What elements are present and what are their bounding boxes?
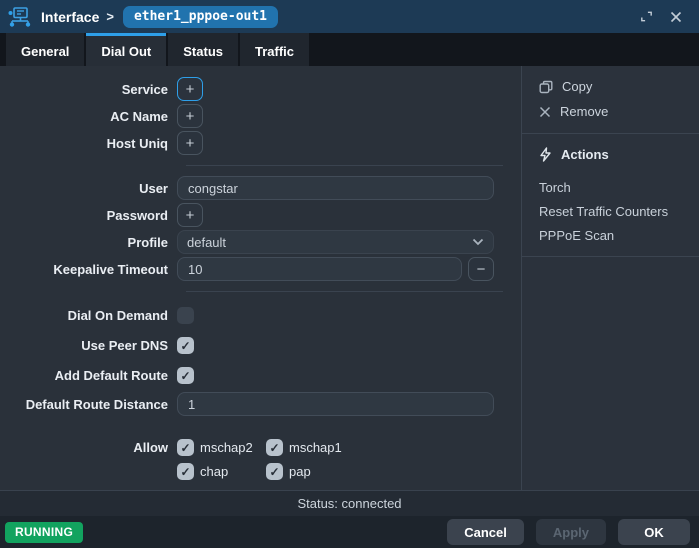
profile-selected-value: default	[187, 235, 226, 250]
profile-label: Profile	[0, 235, 177, 250]
user-row: User	[0, 176, 521, 200]
restore-icon[interactable]	[635, 6, 657, 28]
ac-name-label: AC Name	[0, 109, 177, 124]
add-default-route-label: Add Default Route	[0, 368, 177, 383]
cancel-button[interactable]: Cancel	[447, 519, 524, 545]
chap-checkbox[interactable]	[177, 463, 194, 480]
keepalive-input[interactable]	[177, 257, 462, 281]
breadcrumb-separator: >	[106, 9, 114, 24]
ac-name-add-button[interactable]: +	[177, 104, 203, 128]
status-bar: Status: connected	[0, 490, 699, 516]
allow-option-pap: pap	[266, 463, 342, 480]
action-reset-traffic-counters[interactable]: Reset Traffic Counters	[522, 199, 699, 223]
default-route-distance-input[interactable]	[177, 392, 494, 416]
keepalive-remove-button[interactable]: −	[468, 257, 494, 281]
interface-network-icon	[8, 6, 32, 28]
ac-name-row: AC Name +	[0, 104, 521, 128]
apply-button[interactable]: Apply	[536, 519, 606, 545]
ok-button[interactable]: OK	[618, 519, 690, 545]
allow-option-chap: chap	[177, 463, 266, 480]
service-label: Service	[0, 82, 177, 97]
profile-row: Profile default	[0, 230, 521, 254]
allow-options: mschap2 mschap1 chap pap	[177, 439, 342, 480]
tab-status[interactable]: Status	[168, 33, 238, 66]
tab-traffic[interactable]: Traffic	[240, 33, 309, 66]
actions-header-label: Actions	[561, 147, 609, 162]
pap-checkbox[interactable]	[266, 463, 283, 480]
use-peer-dns-label: Use Peer DNS	[0, 338, 177, 353]
add-default-route-row: Add Default Route	[0, 362, 521, 389]
allow-option-mschap2: mschap2	[177, 439, 266, 456]
separator	[186, 165, 503, 166]
tab-bar: General Dial Out Status Traffic	[0, 33, 699, 66]
actions-header: Actions	[522, 142, 699, 167]
entity-name-pill: ether1_pppoe-out1	[123, 6, 278, 28]
torch-label: Torch	[539, 180, 571, 195]
tab-general[interactable]: General	[6, 33, 84, 66]
password-row: Password +	[0, 203, 521, 227]
password-add-button[interactable]: +	[177, 203, 203, 227]
host-uniq-label: Host Uniq	[0, 136, 177, 151]
keepalive-row: Keepalive Timeout −	[0, 257, 521, 281]
copy-menu-item[interactable]: Copy	[522, 74, 699, 99]
dial-on-demand-checkbox[interactable]	[177, 307, 194, 324]
allow-option-mschap1: mschap1	[266, 439, 342, 456]
separator	[186, 291, 503, 292]
dial-on-demand-row: Dial On Demand	[0, 302, 521, 329]
remove-label: Remove	[560, 104, 608, 119]
remove-icon	[539, 106, 551, 118]
action-pppoe-scan[interactable]: PPPoE Scan	[522, 223, 699, 247]
close-icon[interactable]	[665, 6, 687, 28]
add-default-route-checkbox[interactable]	[177, 367, 194, 384]
host-uniq-row: Host Uniq +	[0, 131, 521, 155]
pppoe-scan-label: PPPoE Scan	[539, 228, 614, 243]
connection-status-text: Status: connected	[297, 496, 401, 511]
user-label: User	[0, 181, 177, 196]
clipboard-section: Copy Remove	[522, 66, 699, 134]
copy-label: Copy	[562, 79, 592, 94]
user-input[interactable]	[177, 176, 494, 200]
remove-menu-item[interactable]: Remove	[522, 99, 699, 124]
chevron-down-icon	[472, 238, 484, 246]
reset-traffic-counters-label: Reset Traffic Counters	[539, 204, 668, 219]
main-area: Service + AC Name + Host Uniq + User Pas…	[0, 66, 699, 490]
mschap1-label: mschap1	[289, 440, 342, 455]
allow-row: Allow mschap2 mschap1 chap pap	[0, 439, 521, 480]
mschap2-checkbox[interactable]	[177, 439, 194, 456]
default-route-distance-label: Default Route Distance	[0, 397, 177, 412]
service-row: Service +	[0, 77, 521, 101]
keepalive-label: Keepalive Timeout	[0, 262, 177, 277]
mschap1-checkbox[interactable]	[266, 439, 283, 456]
allow-label: Allow	[0, 439, 177, 455]
actions-section: Actions Torch Reset Traffic Counters PPP…	[522, 134, 699, 257]
titlebar: Interface > ether1_pppoe-out1	[0, 0, 699, 33]
chap-label: chap	[200, 464, 228, 479]
sidebar-empty-area	[522, 257, 699, 490]
window-title: Interface	[41, 9, 99, 25]
profile-select[interactable]: default	[177, 230, 494, 254]
running-status-badge: RUNNING	[5, 522, 83, 543]
pap-label: pap	[289, 464, 311, 479]
dial-on-demand-label: Dial On Demand	[0, 308, 177, 323]
tab-dial-out[interactable]: Dial Out	[86, 33, 166, 66]
default-route-distance-row: Default Route Distance	[0, 392, 521, 416]
use-peer-dns-row: Use Peer DNS	[0, 332, 521, 359]
service-add-button[interactable]: +	[177, 77, 203, 101]
footer-bar: RUNNING Cancel Apply OK	[0, 516, 699, 548]
action-torch[interactable]: Torch	[522, 175, 699, 199]
actions-bolt-icon	[539, 147, 552, 162]
password-label: Password	[0, 208, 177, 223]
actions-sidebar: Copy Remove Actions Torch Reset Traffic …	[522, 66, 699, 490]
use-peer-dns-checkbox[interactable]	[177, 337, 194, 354]
dial-out-form: Service + AC Name + Host Uniq + User Pas…	[0, 66, 522, 490]
mschap2-label: mschap2	[200, 440, 253, 455]
host-uniq-add-button[interactable]: +	[177, 131, 203, 155]
copy-icon	[539, 80, 553, 94]
